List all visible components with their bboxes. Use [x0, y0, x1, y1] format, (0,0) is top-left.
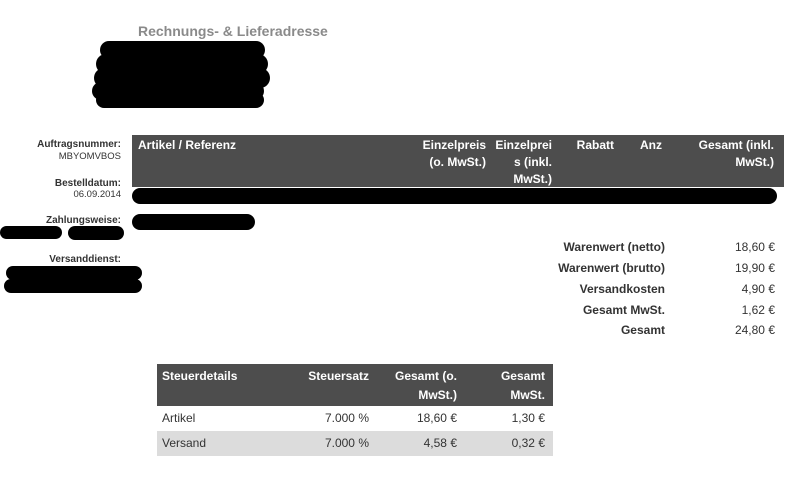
tax-table: Steuerdetails Steuersatz Gesamt (o. MwSt… — [157, 364, 553, 456]
totals-value: 4,90 € — [741, 282, 775, 296]
col-qty: Anz — [640, 138, 662, 152]
tax-cell-rate: 7.000 % — [324, 436, 369, 450]
totals-value: 19,90 € — [734, 261, 775, 275]
shipping-label: Versanddienst: — [49, 254, 121, 265]
tax-cell-details: Artikel — [162, 411, 196, 425]
col-article: Artikel / Referenz — [138, 138, 237, 152]
tax-col-net: Gesamt (o. MwSt.) — [394, 369, 457, 402]
redacted-shipping-1 — [6, 266, 142, 280]
totals-value: 24,80 € — [734, 323, 775, 337]
redacted-item-extra — [132, 214, 255, 230]
col-unit-gross: Einzelprei s (inkl. MwSt.) — [495, 138, 552, 186]
order-number-label: Auftragsnummer: — [37, 139, 121, 150]
redacted-payment-2 — [68, 226, 124, 240]
redacted-shipping-2 — [4, 279, 142, 293]
col-discount: Rabatt — [576, 138, 614, 152]
totals-label: Gesamt — [620, 323, 665, 337]
items-table-header: Artikel / Referenz Einzelpreis (o. MwSt.… — [132, 135, 784, 187]
totals-label: Versandkosten — [579, 282, 665, 296]
payment-label: Zahlungsweise: — [45, 215, 121, 226]
tax-col-rate: Steuersatz — [308, 369, 369, 383]
redacted-item-row — [132, 188, 777, 204]
totals-value: 1,62 € — [741, 303, 775, 317]
totals-label: Warenwert (brutto) — [558, 261, 665, 275]
tax-cell-net: 4,58 € — [423, 436, 457, 450]
col-unit-net: Einzelpreis (o. MwSt.) — [422, 138, 486, 169]
tax-table-header: Steuerdetails Steuersatz Gesamt (o. MwSt… — [157, 364, 553, 406]
totals-value: 18,60 € — [734, 240, 775, 254]
order-number-value: MBYOMVBOS — [58, 151, 121, 162]
order-date-value: 06.09.2014 — [73, 189, 121, 200]
totals-label: Warenwert (netto) — [563, 240, 665, 254]
tax-cell-tax: 0,32 € — [511, 436, 545, 450]
redacted-payment-1 — [0, 226, 62, 239]
tax-row: Artikel 7.000 % 18,60 € 1,30 € — [157, 406, 553, 431]
tax-cell-tax: 1,30 € — [511, 411, 545, 425]
col-total: Gesamt (inkl. MwSt.) — [698, 138, 774, 169]
tax-col-tax: Gesamt MwSt. — [500, 369, 545, 402]
tax-cell-rate: 7.000 % — [324, 411, 369, 425]
address-title: Rechnungs- & Lieferadresse — [138, 23, 328, 39]
tax-col-details: Steuerdetails — [162, 369, 238, 383]
tax-cell-net: 18,60 € — [416, 411, 457, 425]
tax-row: Versand 7.000 % 4,58 € 0,32 € — [157, 431, 553, 456]
order-date-label: Bestelldatum: — [54, 178, 121, 189]
tax-cell-details: Versand — [162, 436, 207, 450]
totals-label: Gesamt MwSt. — [582, 303, 665, 317]
